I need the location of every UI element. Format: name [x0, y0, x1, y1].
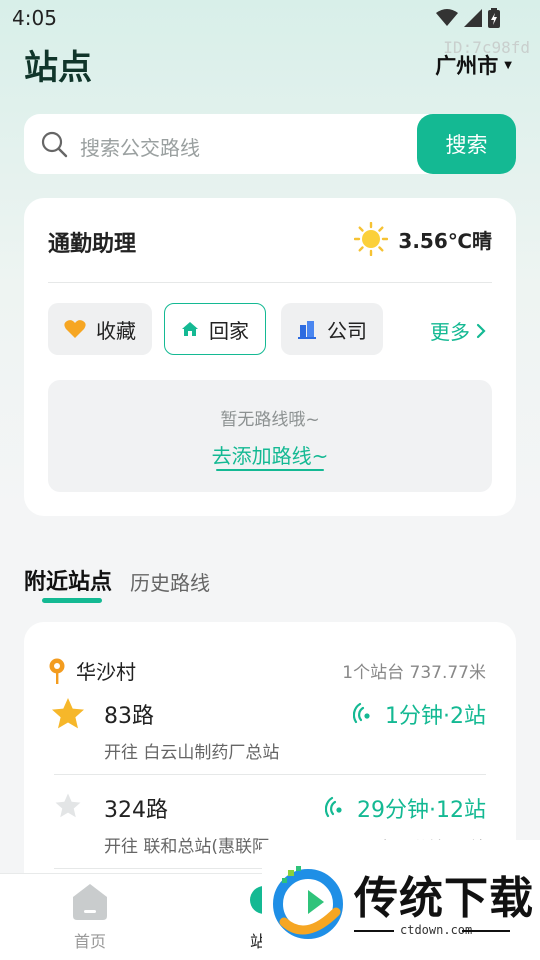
city-selector[interactable]: 广州市 ▼	[435, 50, 512, 80]
tab-history[interactable]: 历史路线	[130, 567, 210, 596]
more-label: 更多	[430, 320, 470, 344]
logo-title: 传统下载	[354, 873, 534, 924]
sun-icon	[354, 222, 389, 256]
stop-header[interactable]: 华沙村	[48, 656, 136, 685]
tab-indicator	[42, 598, 102, 603]
search-button[interactable]: 搜索	[417, 114, 516, 174]
empty-message: 暂无路线哦~	[220, 410, 320, 430]
realtime-signal-icon	[325, 796, 342, 818]
site-logo-overlay: 传统下载 ctdown.com	[262, 840, 540, 960]
divider	[48, 282, 492, 283]
home-icon	[182, 322, 198, 336]
route-direction: 开往 白云山制药厂总站	[104, 743, 280, 763]
battery-icon	[488, 8, 500, 28]
route-name: 83路	[104, 704, 154, 729]
tab-nearby[interactable]: 附近站点	[24, 564, 113, 603]
more-link[interactable]: 更多	[430, 316, 486, 345]
divider	[54, 774, 486, 775]
route-eta-text: 29分钟·12站	[357, 798, 486, 823]
route-eta: 1分钟·2站	[353, 698, 486, 730]
heart-icon	[64, 320, 86, 338]
route-name: 324路	[104, 798, 168, 823]
page-title: 站点	[24, 48, 92, 88]
chip-company[interactable]: 公司	[281, 303, 383, 355]
realtime-signal-icon	[353, 702, 370, 724]
wifi-icon	[436, 9, 458, 26]
add-route-underline	[216, 469, 324, 471]
weather-widget: 3.56℃晴	[354, 222, 492, 256]
building-icon	[298, 321, 316, 339]
chip-favorites[interactable]: 收藏	[48, 303, 152, 355]
route-eta: 29分钟·12站	[325, 792, 486, 824]
route-eta-text: 1分钟·2站	[385, 704, 486, 729]
status-bar: 4:05	[0, 0, 540, 36]
search-bar[interactable]: 搜索公交路线 搜索	[24, 114, 516, 174]
empty-routes-box: 暂无路线哦~ 去添加路线~	[48, 380, 492, 492]
nav-home[interactable]: 首页	[62, 882, 118, 952]
stop-distance: 1个站台 737.77米	[342, 663, 486, 683]
bus-stop-icon	[49, 658, 65, 684]
city-label: 广州市	[435, 54, 499, 78]
chip-home[interactable]: 回家	[164, 303, 266, 355]
chip-label: 回家	[209, 318, 249, 343]
nav-home-label: 首页	[73, 932, 106, 951]
station-tabs: 附近站点 历史路线	[24, 564, 210, 603]
star-filled-icon[interactable]	[50, 696, 86, 732]
home-nav-icon	[73, 884, 107, 920]
logo-rule	[354, 930, 394, 932]
route-direction: 开往 联和总站(惠联阿	[104, 837, 270, 857]
star-outline-icon[interactable]	[54, 792, 82, 820]
chip-label: 公司	[327, 318, 367, 343]
weather-text: 3.56℃晴	[398, 228, 492, 253]
signal-icon	[464, 9, 482, 27]
chip-label: 收藏	[96, 318, 136, 343]
commute-assistant-card: 通勤助理 3.56℃晴 收藏 回家 公司 更多 暂无路线哦~ 去添加路线~	[24, 198, 516, 516]
status-icons	[436, 8, 500, 28]
caret-down-icon: ▼	[504, 59, 512, 71]
tab-nearby-label: 附近站点	[24, 570, 113, 595]
commute-title: 通勤助理	[48, 232, 137, 257]
search-icon	[41, 131, 68, 158]
ctdown-logo-icon	[273, 866, 343, 939]
stop-name: 华沙村	[76, 660, 136, 684]
chevron-right-icon	[476, 323, 486, 338]
logo-rule	[462, 930, 510, 932]
status-time: 4:05	[12, 6, 57, 30]
add-route-link[interactable]: 去添加路线~	[48, 440, 492, 469]
search-input[interactable]: 搜索公交路线	[80, 132, 200, 161]
